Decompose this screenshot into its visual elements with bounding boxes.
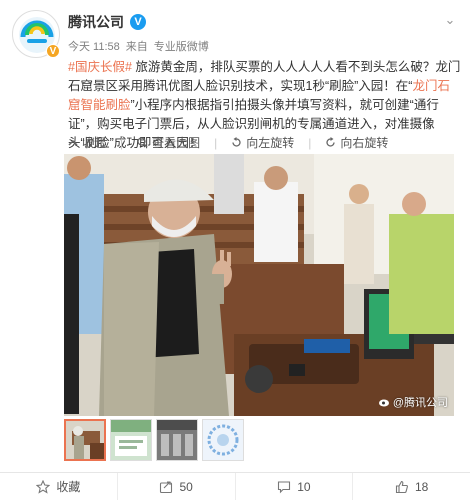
comment-button[interactable]: 10 xyxy=(234,473,353,500)
weibo-logo-icon xyxy=(378,399,389,407)
thumbnail-1-image xyxy=(66,421,104,459)
rotate-left-label: 向左旋转 xyxy=(246,136,295,150)
rotate-right-label: 向右旋转 xyxy=(340,136,389,150)
view-large-label: 查看大图 xyxy=(152,136,201,150)
divider: | xyxy=(120,135,124,150)
thumbnail-2-image xyxy=(111,420,151,460)
thumbnail-strip xyxy=(64,419,244,461)
favorite-button[interactable]: 收藏 xyxy=(0,473,117,500)
action-bar: 收藏 50 10 18 xyxy=(0,472,470,500)
thumbnail-3-image xyxy=(157,420,197,460)
star-icon xyxy=(36,479,51,494)
collapse-label: 收起 xyxy=(82,136,107,150)
divider: | xyxy=(214,135,218,150)
collapse-icon xyxy=(68,139,78,146)
collapse-button[interactable]: 收起 xyxy=(68,134,106,151)
user-name[interactable]: 腾讯公司 xyxy=(68,12,124,32)
rotate-left-button[interactable]: 向左旋转 xyxy=(231,134,294,151)
image-toolbar: 收起 | 查看大图 | 向左旋转 | 向右旋转 xyxy=(68,134,388,151)
post-source[interactable]: 专业版微博 xyxy=(154,38,209,54)
verified-badge-icon: V xyxy=(46,44,60,58)
zoom-icon xyxy=(137,137,148,148)
via-label: 来自 xyxy=(125,41,148,53)
like-count: 18 xyxy=(414,479,429,494)
photo-watermark: @腾讯公司 xyxy=(378,394,448,410)
rotate-left-icon xyxy=(232,137,241,147)
share-count: 50 xyxy=(179,479,193,494)
thumbnail-4[interactable] xyxy=(202,419,244,461)
thumbnail-3[interactable] xyxy=(156,419,198,461)
favorite-label: 收藏 xyxy=(56,480,81,494)
thumbnail-1[interactable] xyxy=(64,419,106,461)
rotate-right-icon xyxy=(326,137,336,147)
photo-scene xyxy=(64,154,454,416)
comment-count: 10 xyxy=(297,479,311,494)
share-icon xyxy=(160,480,173,493)
divider: | xyxy=(308,135,312,150)
rotate-right-button[interactable]: 向右旋转 xyxy=(325,134,388,151)
thumbnail-4-image xyxy=(203,420,243,460)
view-large-button[interactable]: 查看大图 xyxy=(137,134,200,151)
post-photo[interactable]: @腾讯公司 xyxy=(64,154,454,416)
post-time[interactable]: 今天 11:58 xyxy=(68,38,120,54)
thumbnail-2[interactable] xyxy=(110,419,152,461)
like-button[interactable]: 18 xyxy=(352,473,470,500)
thumbs-up-icon xyxy=(395,480,408,493)
topic-tag-link[interactable]: #国庆长假# xyxy=(68,60,132,74)
more-options-icon[interactable]: ⌄ xyxy=(440,10,460,30)
share-button[interactable]: 50 xyxy=(116,473,235,500)
comment-icon xyxy=(278,480,291,493)
watermark-text: @腾讯公司 xyxy=(392,397,448,409)
verified-icon: V xyxy=(130,14,146,30)
